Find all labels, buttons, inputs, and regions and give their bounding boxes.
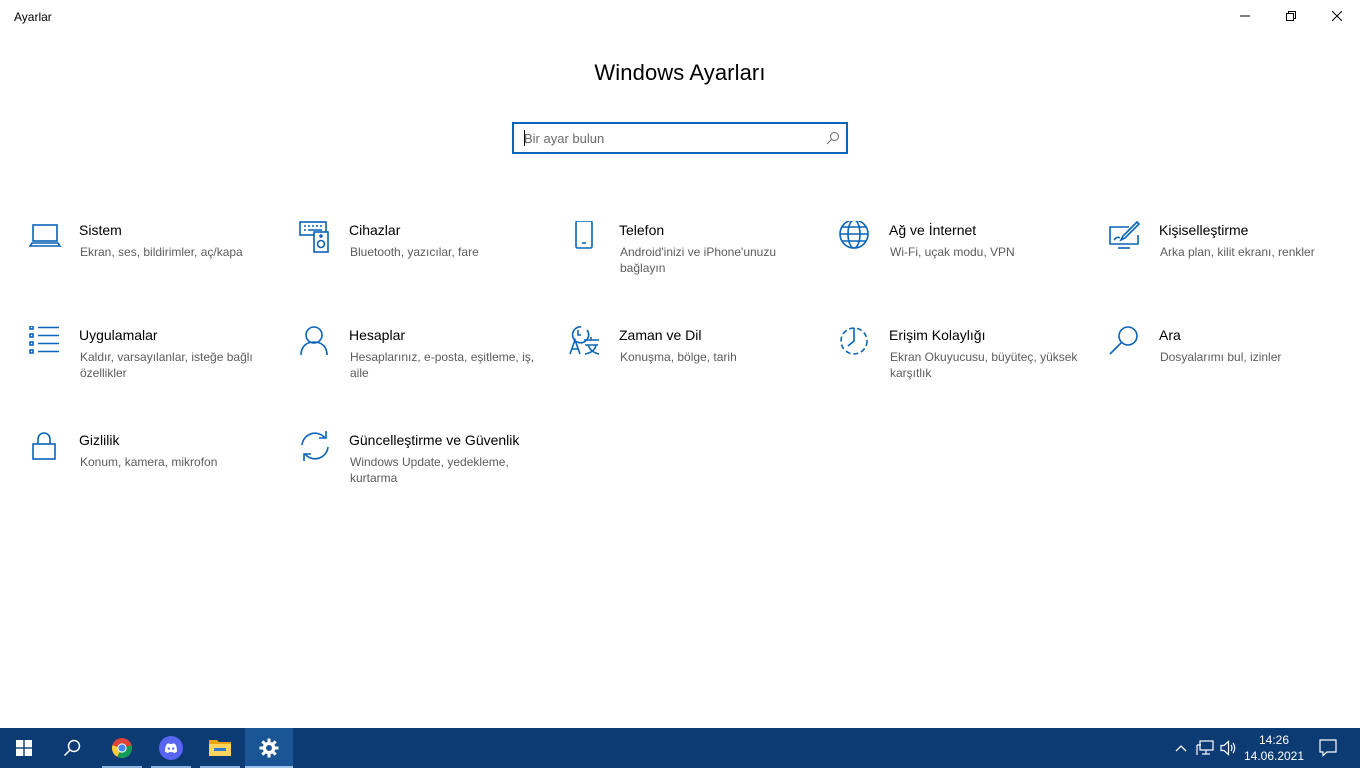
taskbar: 14:26 14.06.2021 (0, 728, 1360, 768)
tile-title: Güncelleştirme ve Güvenlik (349, 432, 520, 448)
search-icon (826, 132, 839, 145)
settings-search-box[interactable] (512, 122, 848, 154)
clock-time: 14:26 (1258, 733, 1290, 747)
search-icon (1109, 326, 1143, 360)
tile-description: Ekran Okuyucusu, büyüteç, yüksek karşıtl… (890, 350, 1078, 380)
tile-telefon[interactable]: Telefon Android'inizi ve iPhone'unuzu ba… (569, 221, 819, 301)
close-icon (1332, 11, 1342, 21)
tile-hesaplar[interactable]: Hesaplar Hesaplarınız, e-posta, eşitleme… (299, 326, 549, 406)
volume-button[interactable] (1218, 728, 1240, 768)
tile-title: Hesaplar (349, 327, 406, 343)
tile-description: Kaldır, varsayılanlar, isteğe bağlı özel… (80, 350, 253, 380)
taskbar-discord[interactable] (147, 728, 195, 768)
tile-description: Android'inizi ve iPhone'unuzu bağlayın (620, 245, 777, 275)
sync-icon (299, 431, 333, 465)
tile-kisisellestirme[interactable]: Kişiselleştirme Arka plan, kilit ekranı,… (1109, 221, 1359, 301)
taskbar-file-explorer[interactable] (196, 728, 244, 768)
globe-icon (839, 221, 873, 255)
tile-title: Uygulamalar (79, 327, 158, 343)
tile-zaman-ve-dil[interactable]: Zaman ve Dil Konuşma, bölge, tarih (569, 326, 819, 406)
person-icon (299, 326, 333, 360)
tile-description: Dosyalarımı bul, izinler (1160, 350, 1282, 364)
search-icon (63, 739, 81, 757)
tile-title: Erişim Kolaylığı (889, 327, 986, 343)
tile-description: Konuşma, bölge, tarih (620, 350, 737, 364)
time-language-icon (569, 326, 603, 360)
restore-button[interactable] (1268, 0, 1314, 32)
text-caret (524, 130, 525, 146)
tile-guncellestirme-ve-guvenlik[interactable]: Güncelleştirme ve Güvenlik Windows Updat… (299, 431, 549, 511)
taskbar-chrome[interactable] (98, 728, 146, 768)
tile-description: Arka plan, kilit ekranı, renkler (1160, 245, 1315, 259)
taskbar-search-button[interactable] (48, 728, 96, 768)
minimize-icon (1240, 15, 1250, 17)
tile-erisim-kolayligi[interactable]: Erişim Kolaylığı Ekran Okuyucusu, büyüte… (839, 326, 1089, 406)
tile-title: Ara (1159, 327, 1181, 343)
clock-date: 14.06.2021 (1243, 749, 1305, 763)
network-button[interactable] (1194, 728, 1216, 768)
close-button[interactable] (1314, 0, 1360, 32)
tile-title: Cihazlar (349, 222, 401, 238)
tile-description: Konum, kamera, mikrofon (80, 455, 218, 469)
tile-uygulamalar[interactable]: Uygulamalar Kaldır, varsayılanlar, isteğ… (29, 326, 279, 406)
discord-icon (159, 736, 183, 760)
paint-icon (1109, 221, 1143, 255)
tile-description: Bluetooth, yazıcılar, fare (350, 245, 479, 259)
apps-list-icon (29, 326, 63, 360)
tile-title: Kişiselleştirme (1159, 222, 1249, 238)
chrome-icon (111, 738, 133, 759)
tile-description: Windows Update, yedekleme, kurtarma (350, 455, 509, 485)
title-bar: Ayarlar (0, 0, 1360, 32)
windows-start-icon (16, 740, 32, 756)
tile-title: Sistem (79, 222, 122, 238)
start-button[interactable] (0, 728, 48, 768)
notification-icon (1319, 739, 1337, 757)
tile-description: Ekran, ses, bildirimler, aç/kapa (80, 245, 243, 259)
tile-title: Gizlilik (79, 432, 120, 448)
taskbar-clock[interactable]: 14:26 14.06.2021 (1240, 732, 1308, 764)
tile-title: Zaman ve Dil (619, 327, 702, 343)
settings-search-input[interactable] (514, 124, 814, 152)
window-title: Ayarlar (14, 10, 52, 24)
tile-title: Ağ ve İnternet (889, 222, 977, 238)
tile-description: Wi-Fi, uçak modu, VPN (890, 245, 1015, 259)
laptop-icon (29, 221, 63, 255)
chevron-up-icon (1175, 745, 1187, 752)
devices-icon (299, 221, 333, 255)
network-icon (1196, 740, 1214, 755)
ease-of-access-icon (839, 326, 873, 360)
file-explorer-icon (209, 740, 231, 756)
tile-description: Hesaplarınız, e-posta, eşitleme, iş, ail… (350, 350, 535, 380)
tile-gizlilik[interactable]: Gizlilik Konum, kamera, mikrofon (29, 431, 279, 511)
tile-sistem[interactable]: Sistem Ekran, ses, bildirimler, aç/kapa (29, 221, 279, 301)
taskbar-settings[interactable] (245, 728, 293, 768)
action-center-button[interactable] (1310, 728, 1346, 768)
page-title: Windows Ayarları (594, 60, 766, 85)
minimize-button[interactable] (1222, 0, 1268, 32)
tile-ara[interactable]: Ara Dosyalarımı bul, izinler (1109, 326, 1359, 406)
tile-cihazlar[interactable]: Cihazlar Bluetooth, yazıcılar, fare (299, 221, 549, 301)
lock-icon (29, 431, 63, 465)
settings-gear-icon (259, 738, 279, 758)
phone-icon (569, 221, 603, 255)
restore-icon (1286, 11, 1296, 21)
show-hidden-icons-button[interactable] (1170, 728, 1192, 768)
tile-title: Telefon (619, 222, 665, 238)
speaker-icon (1220, 740, 1236, 756)
tile-ag-ve-internet[interactable]: Ağ ve İnternet Wi-Fi, uçak modu, VPN (839, 221, 1089, 301)
